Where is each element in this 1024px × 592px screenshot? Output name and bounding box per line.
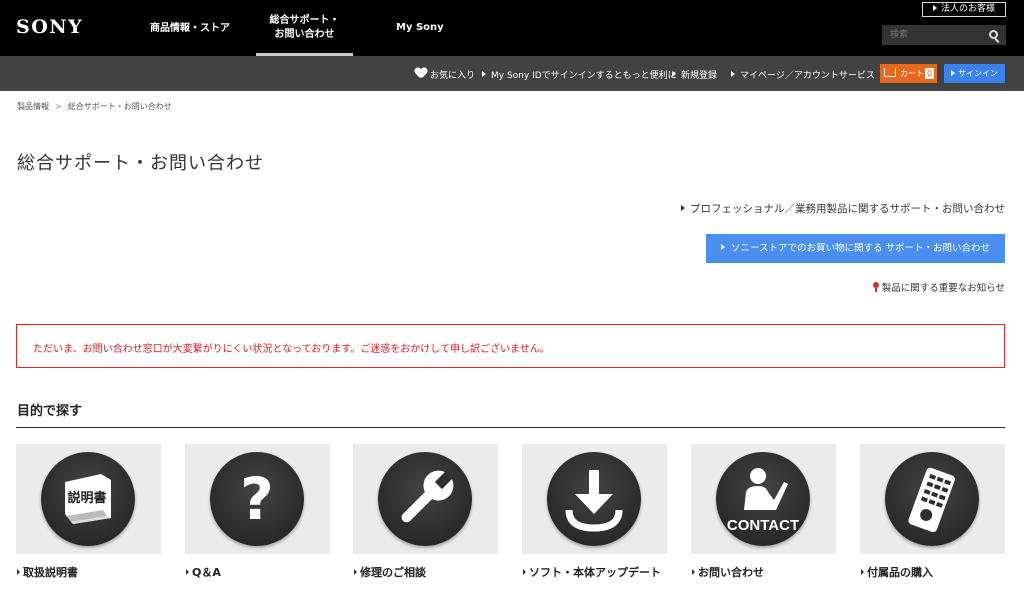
professional-support-label: プロフェッショナル／業務用製品に関するサポート・お問い合わせ (690, 203, 1005, 215)
arrow-right-icon (731, 71, 735, 77)
alert-message: ただいま、お問い合わせ窓口が大変繋がりにくい状況となっております。ご迷惑をおかけ… (33, 344, 550, 355)
card-label-accessories[interactable]: 付属品の購入 (861, 564, 933, 580)
breadcrumb-products[interactable]: 製品情報 (17, 102, 49, 111)
card-manual[interactable]: 説明書 (16, 444, 161, 554)
store-support-label: ソニーストアでのお買い物に関する サポート・お問い合わせ (730, 243, 991, 254)
signin-button[interactable]: サインイン (944, 64, 1005, 83)
arrow-right-icon (720, 244, 725, 250)
manual-icon-text: 説明書 (67, 490, 106, 506)
signin-label: サインイン (958, 69, 998, 78)
nav-support[interactable]: 総合サポート・ お問い合わせ (256, 14, 353, 56)
page-title: 総合サポート・お問い合わせ (17, 153, 264, 174)
card-qa[interactable]: ? (185, 444, 330, 554)
store-support-button[interactable]: ソニーストアでのお買い物に関する サポート・お問い合わせ (706, 234, 1005, 263)
top-nav: SONY 商品情報・ストア 総合サポート・ お問い合わせ My Sony 法人の… (0, 0, 1024, 56)
favorites-label: お気に入り (430, 71, 476, 81)
arrow-right-icon (951, 70, 955, 76)
arrow-right-icon (672, 71, 676, 77)
card-update[interactable] (522, 444, 667, 554)
corporate-link[interactable]: 法人のお客様 (922, 2, 1006, 17)
arrow-right-icon (681, 205, 685, 211)
contact-icon-text: CONTACT (727, 517, 799, 534)
alert-icon (872, 282, 879, 292)
mypage-label: マイページ／アカウントサービス (740, 71, 875, 81)
mysony-id-label: My Sony IDでサインインするともっと便利に (491, 71, 677, 81)
corporate-label: 法人のお客様 (940, 4, 995, 14)
cart-label: カート (900, 69, 924, 78)
heart-icon (415, 68, 427, 79)
mysony-id-link[interactable]: My Sony IDでサインインするともっと便利に (482, 68, 677, 81)
card-label-repair[interactable]: 修理のご相談 (354, 564, 426, 580)
question-icon: ? (210, 452, 304, 546)
contact-icon: CONTACT (716, 452, 810, 546)
cart-count-badge: 0 (925, 68, 934, 79)
breadcrumb-current: 総合サポート・お問い合わせ (67, 102, 172, 111)
question-icon-text: ? (240, 465, 274, 533)
important-notice-link[interactable]: 製品に関する重要なお知らせ (872, 280, 1005, 294)
sony-logo[interactable]: SONY (16, 16, 83, 38)
sub-nav: お気に入り My Sony IDでサインインするともっと便利に 新規登録 マイペ… (0, 56, 1024, 91)
nav-support-line2: お問い合わせ (274, 29, 335, 40)
card-label-contact[interactable]: お問い合わせ (692, 564, 764, 580)
important-notice-label: 製品に関する重要なお知らせ (881, 283, 1005, 294)
mypage-link[interactable]: マイページ／アカウントサービス (731, 68, 875, 81)
remote-icon (885, 452, 979, 546)
nav-products-store[interactable]: 商品情報・ストア (150, 22, 230, 36)
download-icon (547, 452, 641, 546)
register-link[interactable]: 新規登録 (672, 68, 717, 81)
search-input[interactable] (882, 25, 1006, 45)
favorites-link[interactable]: お気に入り (415, 68, 475, 81)
nav-mysony[interactable]: My Sony (396, 21, 444, 35)
register-label: 新規登録 (681, 71, 718, 81)
card-accessories[interactable] (860, 444, 1005, 554)
card-label-manual[interactable]: 取扱説明書 (17, 564, 78, 580)
alert-box: ただいま、お問い合わせ窓口が大変繋がりにくい状況となっております。ご迷惑をおかけ… (16, 324, 1005, 368)
cart-button[interactable]: カート 0 (880, 64, 937, 83)
breadcrumb: 製品情報 > 総合サポート・お問い合わせ (17, 101, 172, 112)
arrow-right-icon (482, 71, 486, 77)
wrench-icon (378, 452, 472, 546)
card-repair[interactable] (353, 444, 498, 554)
search-icon[interactable] (989, 30, 998, 39)
card-label-qa[interactable]: Q＆A (186, 564, 221, 580)
section-divider (16, 427, 1005, 428)
nav-support-line1: 総合サポート・ (269, 15, 340, 26)
cart-icon (884, 68, 896, 77)
section-title: 目的で探す (17, 404, 83, 419)
card-contact[interactable]: CONTACT (691, 444, 836, 554)
card-label-update[interactable]: ソフト・本体アップデート (523, 564, 661, 580)
manual-icon: 説明書 (41, 452, 135, 546)
professional-support-link[interactable]: プロフェッショナル／業務用製品に関するサポート・お問い合わせ (681, 201, 1005, 216)
breadcrumb-separator: > (55, 102, 62, 111)
